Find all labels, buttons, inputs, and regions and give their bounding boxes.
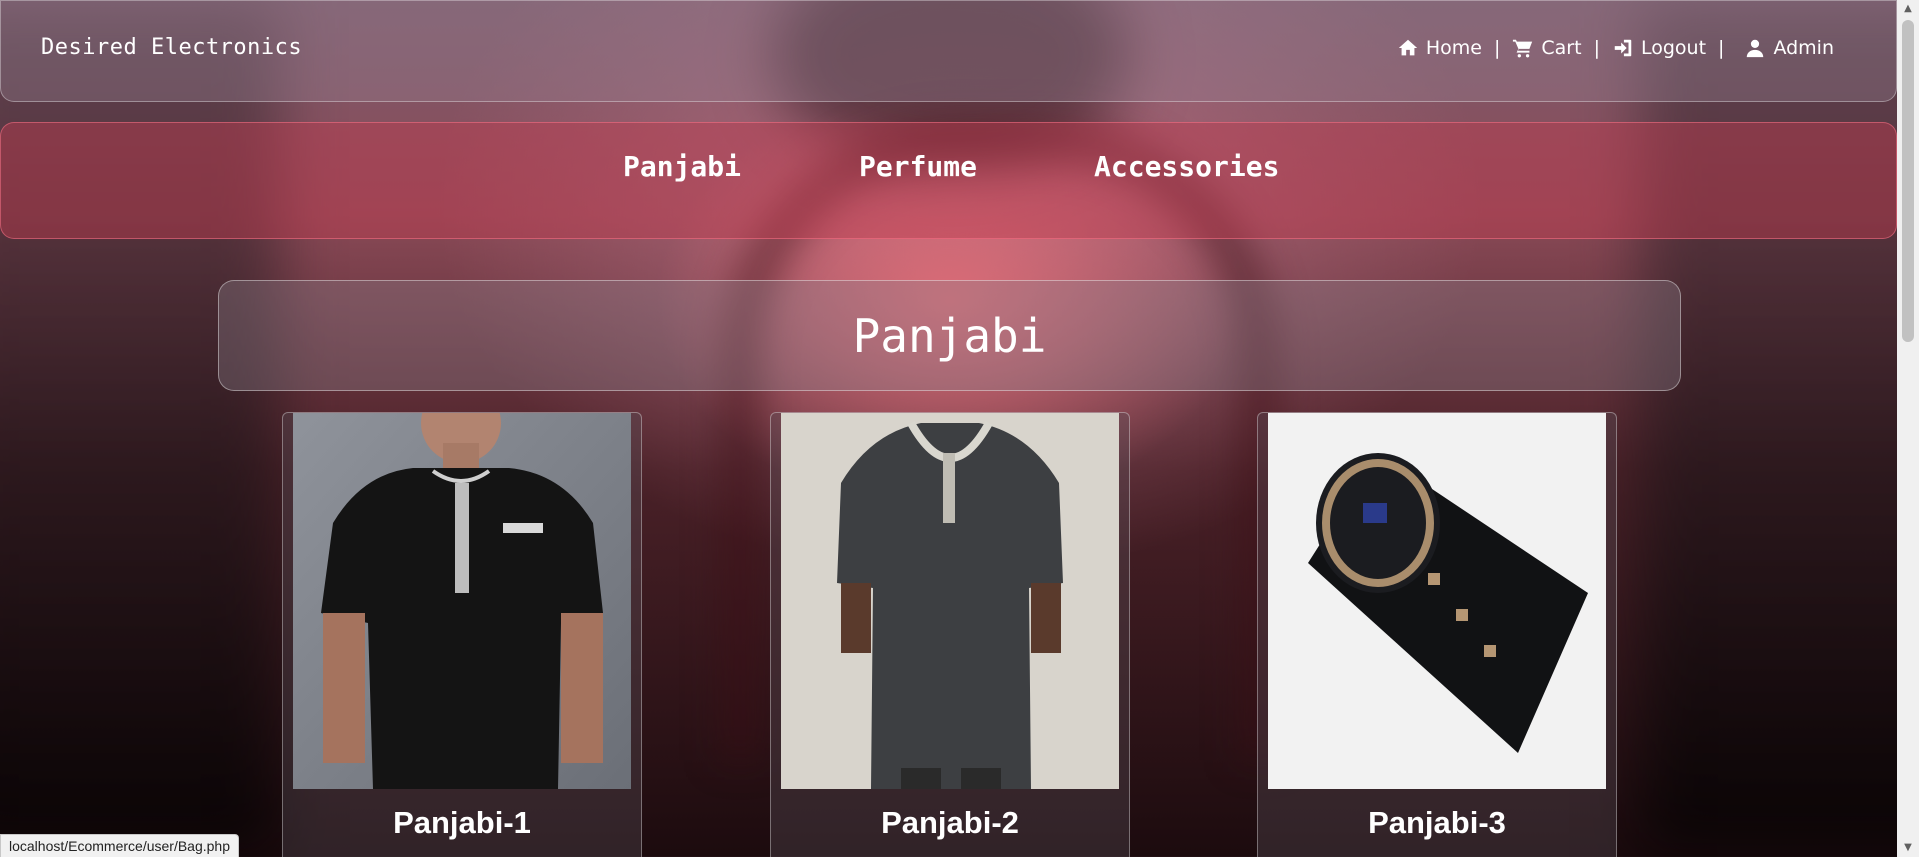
logout-icon [1612, 37, 1634, 59]
cart-link[interactable]: Cart [1512, 37, 1582, 59]
cart-link-label: Cart [1541, 37, 1582, 59]
status-url: localhost/Ecommerce/user/Bag.php [0, 834, 239, 857]
header-links: Home | Cart | Logout | Admin [1397, 37, 1834, 59]
section-header: Panjabi [218, 280, 1681, 391]
admin-link-label: Admin [1773, 37, 1834, 59]
cart-icon [1512, 37, 1534, 59]
product-image[interactable] [781, 413, 1119, 789]
product-card[interactable]: Panjabi-3 [1257, 412, 1617, 857]
home-link-label: Home [1425, 37, 1482, 59]
logout-link-label: Logout [1640, 37, 1707, 59]
home-link[interactable]: Home [1397, 37, 1482, 59]
home-icon [1397, 37, 1419, 59]
separator: | [1718, 37, 1725, 59]
scroll-up-icon[interactable]: ▲ [1897, 0, 1919, 18]
product-name[interactable]: Panjabi-1 [283, 805, 641, 841]
top-navbar: Desired Electronics Home | Cart | Logout… [0, 0, 1897, 102]
product-card[interactable]: Panjabi-1 [282, 412, 642, 857]
scroll-down-icon[interactable]: ▼ [1897, 839, 1919, 857]
user-icon [1744, 37, 1766, 59]
scrollbar[interactable]: ▲ ▼ [1897, 0, 1919, 857]
product-image[interactable] [1268, 413, 1606, 789]
logout-link[interactable]: Logout [1612, 37, 1706, 59]
product-card[interactable]: Panjabi-2 [770, 412, 1130, 857]
product-name[interactable]: Panjabi-3 [1258, 805, 1616, 841]
separator: | [1593, 37, 1600, 59]
product-image[interactable] [293, 413, 631, 789]
scroll-thumb[interactable] [1902, 20, 1914, 342]
product-name[interactable]: Panjabi-2 [771, 805, 1129, 841]
admin-link[interactable]: Admin [1744, 37, 1834, 59]
category-panjabi[interactable]: Panjabi [623, 150, 741, 183]
section-title: Panjabi [852, 309, 1047, 363]
category-perfume[interactable]: Perfume [859, 150, 977, 183]
separator: | [1493, 37, 1501, 59]
brand-name[interactable]: Desired Electronics [41, 35, 302, 60]
category-accessories[interactable]: Accessories [1094, 150, 1279, 183]
